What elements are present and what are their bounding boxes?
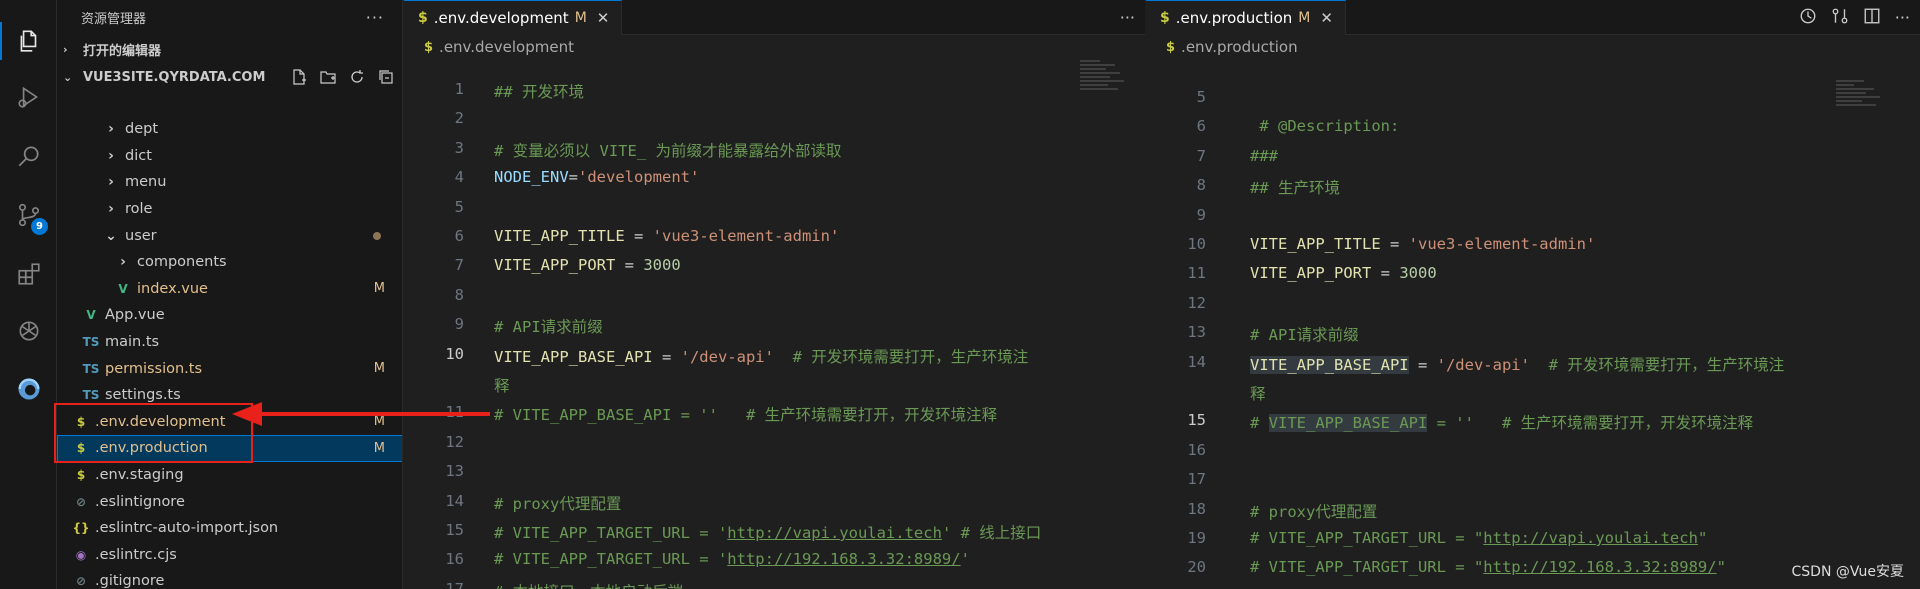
watermark: CSDN @Vue安夏 bbox=[1791, 564, 1904, 580]
annotation-arrow bbox=[232, 402, 490, 426]
